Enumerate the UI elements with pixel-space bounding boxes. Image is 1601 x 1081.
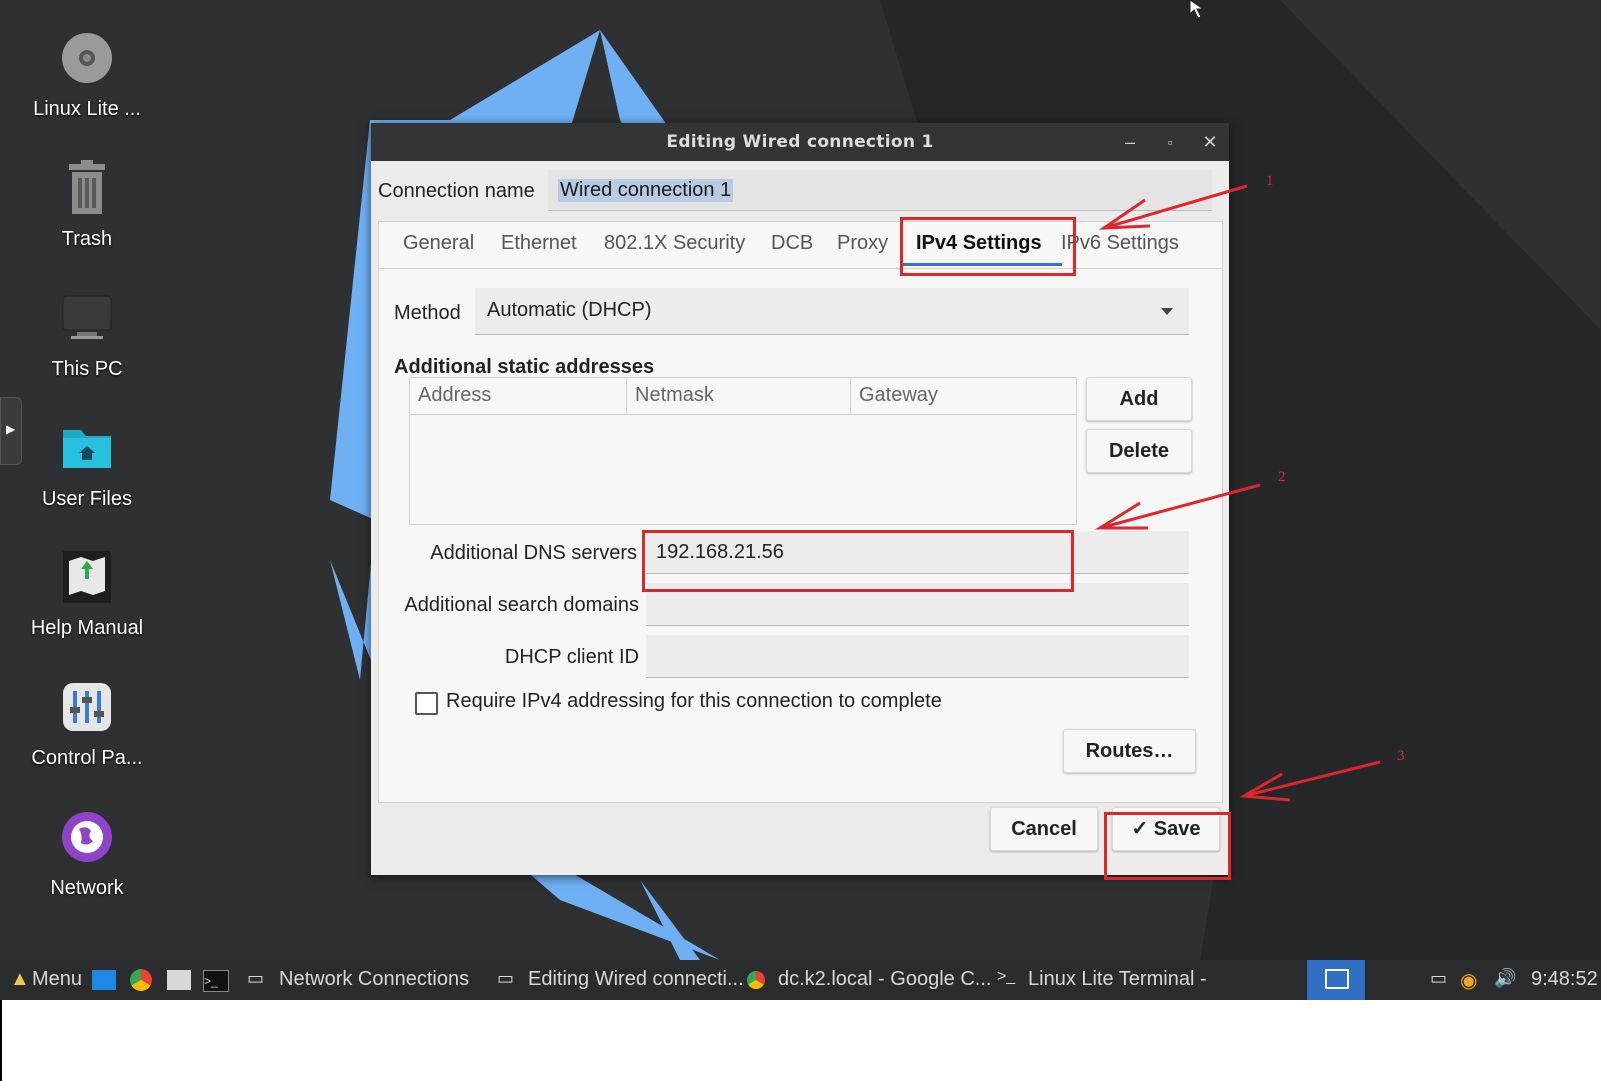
tray-network-button[interactable] — [1307, 960, 1365, 1000]
annotation-number: 1 — [1266, 173, 1274, 189]
blank-area — [0, 1000, 1601, 1081]
taskbar-item-editing-wired[interactable]: Editing Wired connecti... — [528, 968, 744, 991]
update-notifier-icon[interactable]: ◉ — [1460, 968, 1477, 993]
desktop-show-icon[interactable] — [92, 970, 116, 990]
annotation-number: 2 — [1278, 469, 1286, 485]
annotation-number: 3 — [1397, 748, 1405, 764]
annotation-arrows — [1094, 184, 1381, 802]
file-manager-icon[interactable] — [167, 970, 191, 990]
taskbar-item-google-chrome[interactable]: dc.k2.local - Google C... — [778, 968, 991, 991]
border-line — [0, 1000, 2, 1081]
window-icon: ▭ — [247, 968, 265, 988]
linux-penguin-icon: ▲ — [10, 968, 30, 990]
taskbar-item-network-connections[interactable]: Network Connections — [279, 968, 469, 991]
taskbar-item-terminal[interactable]: Linux Lite Terminal - — [1028, 968, 1207, 991]
menu-button[interactable]: Menu — [32, 968, 82, 991]
terminal-icon[interactable]: >_ — [203, 970, 229, 992]
chrome-icon[interactable] — [130, 969, 152, 991]
clock[interactable]: 9:48:52 — [1531, 968, 1598, 991]
network-monitor-icon — [1325, 969, 1349, 989]
window-icon: ▭ — [497, 968, 515, 988]
terminal-icon: >_ — [997, 968, 1016, 985]
volume-icon[interactable]: 🔊 — [1494, 968, 1516, 989]
taskbar: ▲ Menu >_ ▭ Network Connections ▭ Editin… — [0, 960, 1601, 1000]
screen-icon[interactable]: ▭ — [1430, 968, 1447, 989]
chrome-icon — [747, 971, 765, 989]
